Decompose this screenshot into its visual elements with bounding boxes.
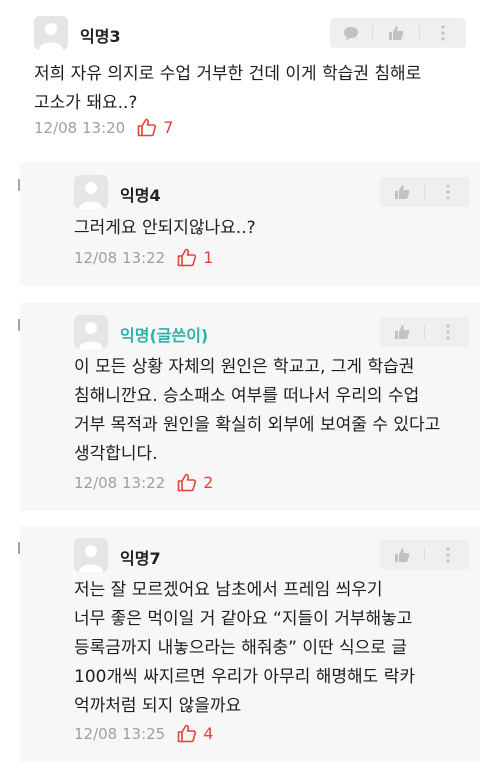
more-options-button[interactable] — [425, 317, 470, 347]
avatar-icon[interactable] — [34, 16, 68, 50]
comment-body: 그러게요 안되지않나요..? — [74, 214, 256, 243]
comment-timestamp: 12/08 13:22 — [74, 248, 166, 267]
comment-item: 익명3 저희 자유 의지로 수업 거부한 건데 이게 학습권 침해로 고소가 돼… — [0, 0, 500, 152]
comment-meta: 12/08 13:25 4 — [74, 724, 213, 743]
more-options-button[interactable] — [420, 18, 466, 48]
comment-line: 거부 목적과 원인을 확실히 외부에 보여줄 수 있다고 — [74, 415, 441, 435]
thumbs-up-icon — [394, 324, 410, 340]
comment-line: 너무 좋은 먹이일 거 같아요 “지들이 거부해놓고 — [74, 609, 413, 629]
like-button[interactable] — [373, 18, 419, 48]
comment-actions — [380, 540, 470, 570]
comment-line: 그러게요 안되지않나요..? — [74, 218, 256, 238]
comment-line: 등록금까지 내놓으라는 해줘충” 이딴 식으로 글 — [74, 638, 407, 658]
thumbs-up-outline-icon[interactable] — [177, 248, 197, 267]
comment-line: 100개씩 싸지르면 우리가 아무리 해명해도 락카 — [74, 667, 415, 687]
thumbs-up-outline-icon[interactable] — [177, 724, 197, 743]
thumbs-up-outline-icon[interactable] — [177, 473, 197, 492]
reply-item: 익명4 그러게요 안되지않나요..? 12/08 13:22 1 — [20, 162, 480, 286]
comment-line: 저희 자유 의지로 수업 거부한 건데 이게 학습권 침해로 — [34, 64, 422, 84]
comment-meta: 12/08 13:22 2 — [74, 473, 213, 492]
comment-timestamp: 12/08 13:20 — [34, 118, 126, 137]
reply-comment-button[interactable] — [330, 18, 372, 48]
comment-timestamp: 12/08 13:22 — [74, 473, 166, 492]
more-options-button[interactable] — [425, 177, 470, 207]
comment-actions — [330, 18, 466, 48]
comment-body: 저희 자유 의지로 수업 거부한 건데 이게 학습권 침해로 고소가 돼요..? — [34, 60, 421, 118]
comment-author: 익명7 — [120, 549, 161, 568]
vote-count: 1 — [203, 248, 214, 267]
vote-count: 4 — [203, 724, 214, 743]
thumbs-up-icon — [394, 184, 410, 200]
vote-count: 2 — [203, 473, 214, 492]
comment-line: 침해니깐요. 승소패소 여부를 떠나서 우리의 수업 — [74, 386, 420, 406]
comment-body: 저는 잘 모르겠어요 남초에서 프레임 씌우기 너무 좋은 먹이일 거 같아요 … — [74, 576, 415, 721]
comment-line: 저는 잘 모르겠어요 남초에서 프레임 씌우기 — [74, 580, 383, 600]
comment-line: 억까처럼 되지 않을까요 — [74, 696, 242, 716]
comment-line: 생각합니다. — [74, 444, 158, 464]
comment-author: 익명4 — [120, 186, 161, 205]
comment-timestamp: 12/08 13:25 — [74, 724, 166, 743]
speech-bubble-icon — [343, 26, 359, 41]
comment-actions — [380, 317, 470, 347]
comment-line: 이 모든 상황 자체의 원인은 학교고, 그게 학습권 — [74, 357, 415, 377]
comment-meta: 12/08 13:22 1 — [74, 248, 213, 267]
like-button[interactable] — [380, 317, 424, 347]
more-dots-icon — [445, 184, 450, 200]
comment-author: 익명3 — [80, 27, 121, 46]
comment-line: 고소가 돼요..? — [34, 93, 138, 113]
like-button[interactable] — [380, 177, 424, 207]
reply-item: 익명7 저는 잘 모르겠어요 남초에서 프레임 씌우기 너무 좋은 먹이일 거 … — [20, 526, 480, 762]
avatar-icon[interactable] — [74, 175, 108, 209]
more-options-button[interactable] — [425, 540, 470, 570]
comment-actions — [380, 177, 470, 207]
more-dots-icon — [441, 25, 445, 41]
thumbs-up-icon — [394, 547, 410, 563]
op-author: 익명(글쓴이) — [120, 326, 209, 345]
avatar-icon[interactable] — [74, 315, 108, 349]
thumbs-up-icon — [388, 25, 404, 41]
comment-body: 이 모든 상황 자체의 원인은 학교고, 그게 학습권 침해니깐요. 승소패소 … — [74, 353, 440, 469]
reply-item: 익명(글쓴이) 이 모든 상황 자체의 원인은 학교고, 그게 학습권 침해니깐… — [20, 303, 480, 511]
more-dots-icon — [445, 324, 450, 340]
vote-count: 7 — [163, 118, 174, 137]
like-button[interactable] — [380, 540, 424, 570]
avatar-icon[interactable] — [74, 538, 108, 572]
comment-meta: 12/08 13:20 7 — [34, 118, 173, 137]
thumbs-up-outline-icon[interactable] — [137, 118, 157, 137]
more-dots-icon — [445, 547, 450, 563]
